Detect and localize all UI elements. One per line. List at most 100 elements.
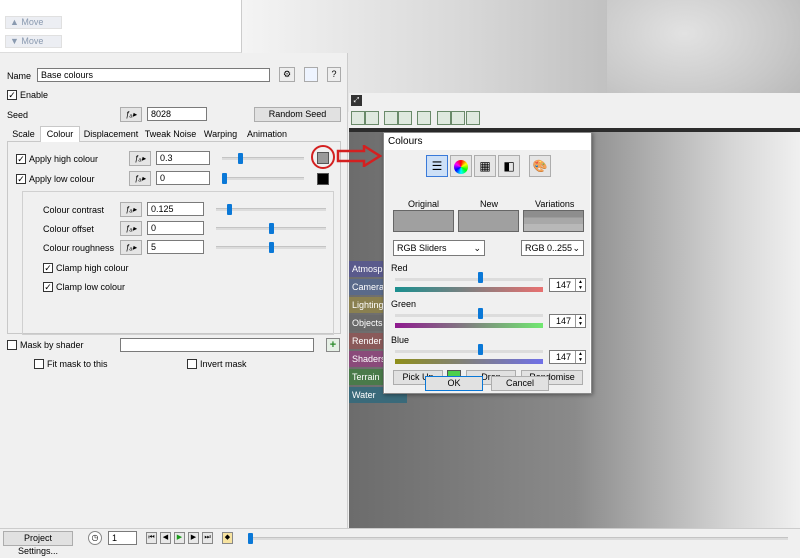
toolbar-icon-3[interactable] xyxy=(384,111,398,125)
first-frame-icon[interactable]: ⏮ xyxy=(146,532,157,544)
seed-input[interactable]: 8028 xyxy=(147,107,207,121)
mask-shader-input[interactable] xyxy=(120,338,314,352)
contrast-slider-thumb[interactable] xyxy=(227,204,233,215)
colour-contrast-input[interactable]: 0.125 xyxy=(147,202,204,216)
swatches-icon[interactable]: ◧ xyxy=(498,155,520,177)
timeline-slider[interactable] xyxy=(248,533,788,544)
toolbar-icon-2[interactable] xyxy=(365,111,379,125)
fit-mask-label: Fit mask to this xyxy=(47,359,108,369)
random-seed-button[interactable]: Random Seed xyxy=(254,107,341,122)
clamp-low-colour-checkbox[interactable]: ✓ xyxy=(43,282,53,292)
document-icon[interactable] xyxy=(304,67,318,82)
move-up-button[interactable]: ▲ Move xyxy=(5,16,62,29)
colour-offset-input[interactable]: 0 xyxy=(147,221,204,235)
refresh-icon[interactable] xyxy=(417,111,431,125)
offset-function-button[interactable]: ƒₐ▸ xyxy=(120,221,142,236)
tab-tweak-noise[interactable]: Tweak Noise xyxy=(143,127,198,142)
green-slider-thumb[interactable] xyxy=(478,308,484,319)
next-frame-icon[interactable]: ▶ xyxy=(188,532,199,544)
paint-palette-icon[interactable]: 🎨 xyxy=(529,155,551,177)
tab-displacement[interactable]: Displacement xyxy=(81,127,141,142)
mask-by-shader-label: Mask by shader xyxy=(20,340,84,350)
low-colour-swatch[interactable] xyxy=(317,173,329,185)
highlight-circle xyxy=(311,145,335,169)
roughness-slider-thumb[interactable] xyxy=(269,242,274,253)
red-value-input[interactable]: 147 ▲ ▼ xyxy=(549,278,586,292)
play-icon[interactable]: ▶ xyxy=(174,532,185,544)
name-label: Name xyxy=(7,71,32,81)
apply-high-colour-checkbox[interactable]: ✓ xyxy=(16,154,26,164)
tab-colour[interactable]: Colour xyxy=(40,126,80,142)
apply-low-function-button[interactable]: ƒₐ▸ xyxy=(129,171,151,186)
colour-roughness-input[interactable]: 5 xyxy=(147,240,204,254)
crop-icon[interactable] xyxy=(451,111,465,125)
tab-scale[interactable]: Scale xyxy=(7,127,40,142)
last-frame-icon[interactable]: ⏭ xyxy=(202,532,213,544)
blue-value-input[interactable]: 147 ▲ ▼ xyxy=(549,350,586,364)
colour-offset-slider[interactable] xyxy=(216,223,326,234)
clock-icon[interactable]: ◷ xyxy=(88,531,102,545)
seed-label: Seed xyxy=(7,110,29,120)
spinner-icon: ▲ ▼ xyxy=(575,315,585,327)
name-input[interactable]: Base colours xyxy=(37,68,270,82)
gear-icon[interactable]: ⚙ xyxy=(279,67,295,82)
palette-grid-icon[interactable]: ▦ xyxy=(474,155,496,177)
toolbar-icon-4[interactable] xyxy=(398,111,412,125)
colour-roughness-slider[interactable] xyxy=(216,242,326,253)
original-colour-swatch[interactable] xyxy=(393,210,454,232)
clamp-high-colour-label: Clamp high colour xyxy=(56,263,129,273)
pen-icon[interactable] xyxy=(466,111,480,125)
invert-mask-checkbox[interactable] xyxy=(187,359,197,369)
blue-slider-thumb[interactable] xyxy=(478,344,484,355)
enable-checkbox[interactable]: ✓ xyxy=(7,90,17,100)
move-down-icon: ▼ xyxy=(10,36,22,46)
eye-icon[interactable] xyxy=(437,111,451,125)
cancel-button[interactable]: Cancel xyxy=(491,376,549,391)
green-value-input[interactable]: 147 ▲ ▼ xyxy=(549,314,586,328)
invert-mask-label: Invert mask xyxy=(200,359,247,369)
roughness-function-button[interactable]: ƒₐ▸ xyxy=(120,240,142,255)
variations-label: Variations xyxy=(535,199,575,209)
tab-animation[interactable]: Animation xyxy=(243,127,291,142)
add-icon[interactable]: + xyxy=(326,338,340,352)
move-down-button[interactable]: ▼ Move xyxy=(5,35,62,48)
apply-low-colour-slider[interactable] xyxy=(222,173,304,184)
apply-high-colour-input[interactable]: 0.3 xyxy=(156,151,210,165)
frame-input[interactable]: 1 xyxy=(108,531,137,545)
expand-icon[interactable]: ⤢ xyxy=(351,95,362,106)
sliders-mode-icon[interactable]: ☰ xyxy=(426,155,448,177)
colour-contrast-slider[interactable] xyxy=(216,204,326,215)
toolbar-icon-1[interactable] xyxy=(351,111,365,125)
new-label: New xyxy=(480,199,499,209)
mask-by-shader-checkbox[interactable] xyxy=(7,340,17,350)
apply-low-slider-thumb[interactable] xyxy=(222,173,227,184)
green-label: Green xyxy=(391,299,417,309)
apply-high-colour-slider[interactable] xyxy=(222,153,304,164)
contrast-function-button[interactable]: ƒₐ▸ xyxy=(120,202,142,217)
new-colour-swatch[interactable] xyxy=(458,210,519,232)
apply-high-slider-thumb[interactable] xyxy=(238,153,244,164)
prev-frame-icon[interactable]: ◀ xyxy=(160,532,171,544)
project-settings-button[interactable]: Project Settings... xyxy=(3,531,73,556)
colour-mode-select[interactable]: RGB Sliders ⌄ xyxy=(393,240,485,256)
clamp-high-colour-checkbox[interactable]: ✓ xyxy=(43,263,53,273)
colour-contrast-label: Colour contrast xyxy=(43,205,105,215)
apply-low-colour-checkbox[interactable]: ✓ xyxy=(16,174,26,184)
red-slider-thumb[interactable] xyxy=(478,272,484,283)
tab-warping[interactable]: Warping xyxy=(200,127,241,142)
keyframe-icon[interactable]: ◆ xyxy=(222,532,233,544)
ok-button[interactable]: OK xyxy=(425,376,483,391)
apply-low-colour-input[interactable]: 0 xyxy=(156,171,210,185)
spinner-icon: ▲ ▼ xyxy=(575,351,585,363)
fit-mask-checkbox[interactable] xyxy=(34,359,44,369)
variations-swatch[interactable] xyxy=(523,210,584,232)
colour-wheel-icon[interactable] xyxy=(450,155,472,177)
help-icon[interactable]: ? xyxy=(327,67,341,82)
seed-function-button[interactable]: ƒₐ▸ xyxy=(120,107,142,122)
move-panel: ▲ Move ▼ Move xyxy=(0,0,242,53)
apply-high-function-button[interactable]: ƒₐ▸ xyxy=(129,151,151,166)
colour-range-select[interactable]: RGB 0..255 ⌄ xyxy=(521,240,584,256)
offset-slider-thumb[interactable] xyxy=(269,223,274,234)
shader-settings-panel: Name Base colours ⚙ ? ✓ Enable Seed ƒₐ▸ … xyxy=(0,53,348,528)
timeline-slider-thumb[interactable] xyxy=(248,533,253,544)
